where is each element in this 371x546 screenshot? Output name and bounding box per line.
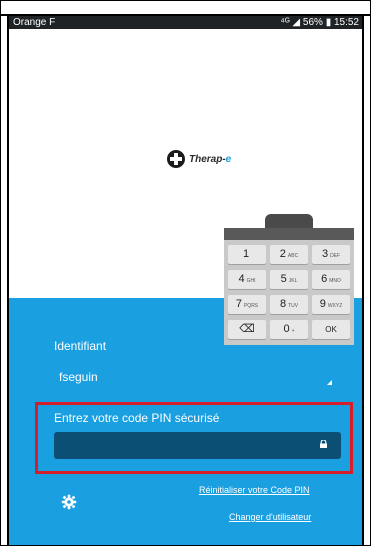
screenshot-frame (0, 0, 371, 546)
